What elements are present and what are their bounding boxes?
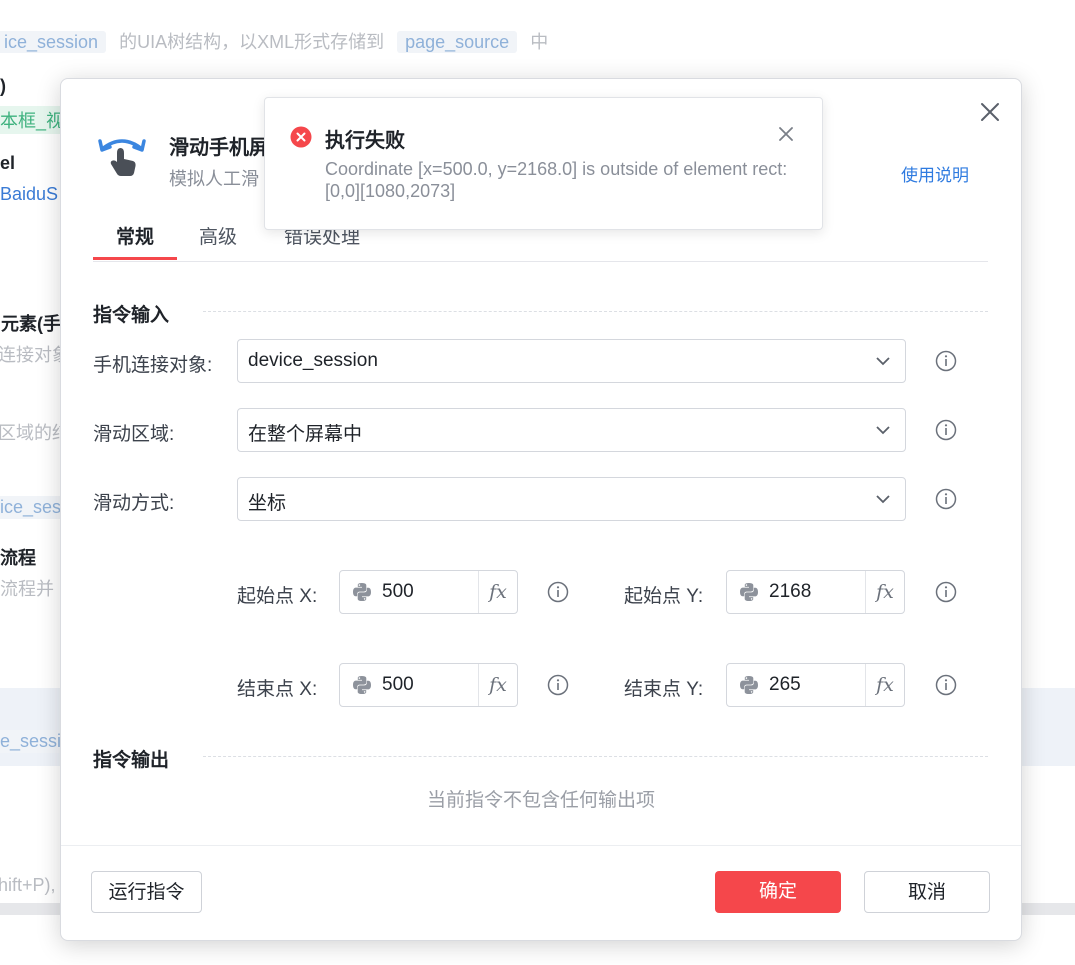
footer-divider [61,845,1021,846]
python-icon [740,583,758,601]
start-x-input[interactable] [382,578,472,606]
end-y-input[interactable] [769,671,859,699]
tab-advanced[interactable]: 高级 [199,219,237,259]
end-x-label: 结束点 X: [237,679,318,700]
close-icon[interactable] [778,126,794,142]
info-icon[interactable] [935,674,957,696]
chevron-down-icon [876,495,890,504]
end-x-input[interactable] [382,671,472,699]
python-icon [353,583,371,601]
cancel-button[interactable]: 取消 [864,871,990,913]
close-icon[interactable] [979,101,1001,123]
fx-button[interactable]: fx [865,664,904,706]
dialog-title: 滑动手机屏 [169,137,269,159]
start-y-label: 起始点 Y: [624,586,704,607]
error-circle-icon [290,126,312,148]
start-y-field: fx [726,570,905,614]
output-section-title: 指令输出 [93,750,170,771]
toast-message: Coordinate [x=500.0, y=2168.0] is outsid… [325,159,788,201]
error-toast: 执行失败 Coordinate [x=500.0, y=2168.0] is o… [264,97,823,230]
end-y-field: fx [726,663,905,707]
end-x-field: fx [339,663,518,707]
input-section-title: 指令输入 [93,305,170,326]
region-label: 滑动区域: [93,424,175,445]
dialog-subtitle: 模拟人工滑 [169,169,259,189]
python-icon [353,676,371,694]
fx-button[interactable]: fx [478,664,517,706]
fx-button[interactable]: fx [865,571,904,613]
fx-button[interactable]: fx [478,571,517,613]
region-select[interactable]: 在整个屏幕中 [237,408,906,452]
section-divider [203,311,988,312]
info-icon[interactable] [935,350,957,372]
info-icon[interactable] [547,674,569,696]
info-icon[interactable] [935,488,957,510]
toast-title: 执行失败 [325,130,405,152]
info-icon[interactable] [547,581,569,603]
end-y-label: 结束点 Y: [624,679,704,700]
help-link[interactable]: 使用说明 [901,161,969,186]
start-x-field: fx [339,570,518,614]
info-icon[interactable] [935,419,957,441]
confirm-button[interactable]: 确定 [715,871,841,913]
chevron-down-icon [876,357,890,366]
connection-label: 手机连接对象: [93,355,213,376]
connection-select[interactable]: device_session [237,339,906,383]
bg-line-1: ice_session 的UIA树结构，以XML形式存储到 page_sourc… [0,28,548,54]
method-label: 滑动方式: [93,493,175,514]
start-y-input[interactable] [769,578,859,606]
start-x-label: 起始点 X: [237,586,318,607]
section-divider [203,756,988,757]
swipe-hand-icon [98,139,146,176]
tab-general[interactable]: 常规 [116,219,154,259]
run-command-button[interactable]: 运行指令 [91,871,202,913]
method-select[interactable]: 坐标 [237,477,906,521]
info-icon[interactable] [935,581,957,603]
chevron-down-icon [876,426,890,435]
active-tab-indicator [93,257,177,260]
python-icon [740,676,758,694]
output-empty-text: 当前指令不包含任何输出项 [426,790,655,811]
